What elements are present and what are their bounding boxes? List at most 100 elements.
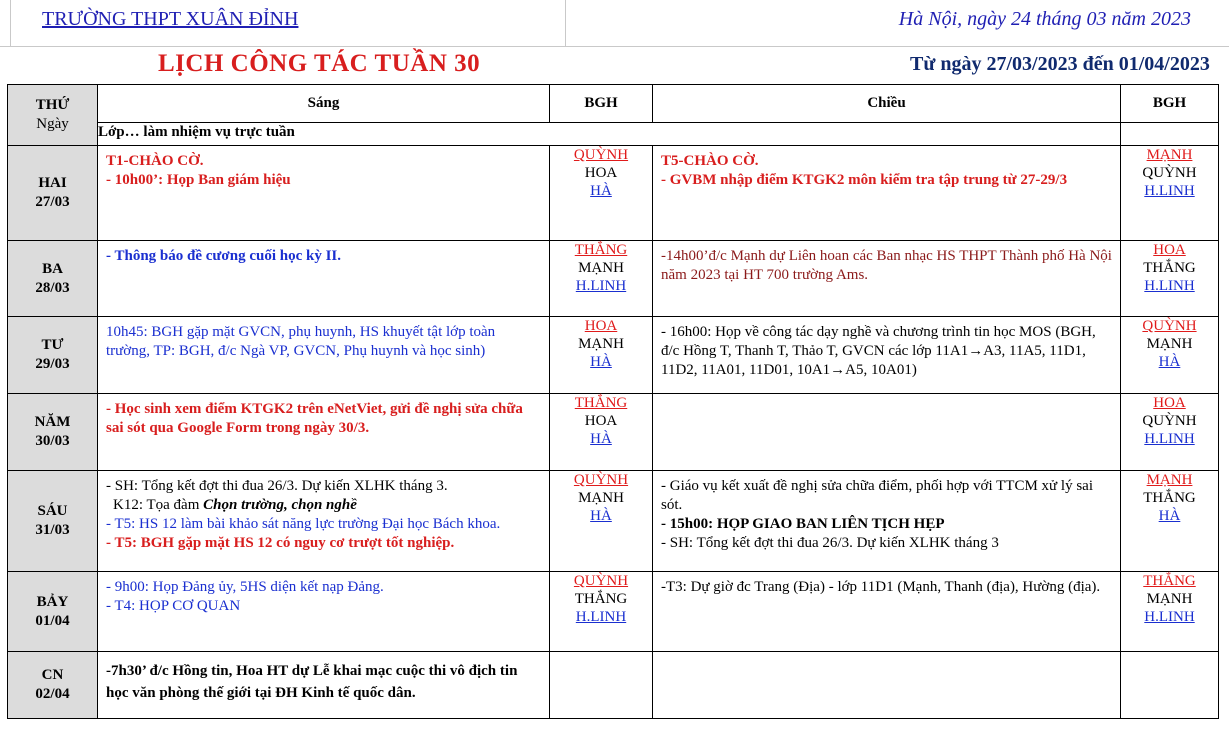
day-date: 02/04 [35,686,70,702]
bgh-member: QUỲNH [1142,165,1197,181]
day-cell: HAI 27/03 [7,145,98,241]
morning-line: T1-CHÀO CỜ. [106,153,204,169]
afternoon-line: - Giáo vụ kết xuất đề nghị sửa chữa điểm… [661,478,1093,513]
day-date: 28/03 [35,279,70,296]
bgh-member: MẠNH [1146,147,1193,163]
bgh-member: QUỲNH [573,472,629,488]
duty-row: Lớp… làm nhiệm vụ trực tuần [8,122,1219,146]
bgh-member: THẮNG [574,242,628,258]
header-thu: THỨ [35,97,70,113]
morning-line: - T5: HS 12 làm bài khảo sát năng lực tr… [106,516,501,532]
day-name: HAI [38,175,67,191]
bgh-morning-cell: QUỲNH HOA HÀ [549,145,653,241]
morning-text: K12: Tọa đàm [113,497,204,513]
bgh-member: HÀ [1158,354,1181,370]
afternoon-line: - 15h00: HỌP GIAO BAN LIÊN TỊCH HẸP [661,516,945,532]
bgh-afternoon-cell: QUỲNH MẠNH HÀ [1120,316,1219,394]
morning-cell: - SH: Tổng kết đợt thi đua 26/3. Dự kiến… [97,470,550,572]
bgh-afternoon-cell: HOA QUỲNH H.LINH [1120,393,1219,471]
bgh-morning-cell: HOA MẠNH HÀ [549,316,653,394]
day-name: BA [42,260,63,277]
day-name: SÁU [37,503,68,519]
morning-line: - 9h00: Họp Đảng ủy, 5HS diện kết nạp Đả… [106,579,384,595]
morning-line: -7h30’ đ/c Hồng tin, Hoa HT dự Lễ khai m… [106,663,518,701]
afternoon-cell: T5-CHÀO CỜ. - GVBM nhập điểm KTGK2 môn ki… [652,145,1121,241]
afternoon-line: -14h00’đ/c Mạnh dự Liên hoan các Ban nhạ… [661,248,1112,283]
bgh-member: HOA [584,165,618,181]
day-name: BẢY [36,593,69,610]
day-date: 01/04 [35,612,70,629]
table-row: SÁU 31/03 - SH: Tổng kết đợt thi đua 26/3.… [7,470,1219,572]
morning-line: - Thông báo đề cương cuối học kỳ II. [106,248,341,264]
table-row: HAI 27/03 T1-CHÀO CỜ. - 10h00’: Họp Ban giá… [7,145,1219,241]
day-cell: TƯ 29/03 [7,316,98,394]
afternoon-line: - GVBM nhập điểm KTGK2 môn kiểm tra tập … [661,172,1068,188]
bgh-member: THẮNG [1143,490,1196,506]
bgh-member: THẮNG [1143,573,1196,589]
morning-line: K12: Tọa đàm Chọn trường, chọn nghề [106,496,541,515]
title-row: LỊCH CÔNG TÁC TUẦN 30 Từ ngày 27/03/2023… [0,46,1229,84]
day-name: TƯ [41,337,64,353]
bgh-member: MẠNH [578,336,624,352]
morning-cell: - 9h00: Họp Đảng ủy, 5HS diện kết nạp Đả… [97,571,550,652]
day-cell: SÁU 31/03 [7,470,98,572]
day-cell: BA 28/03 [7,240,98,317]
afternoon-cell [652,651,1121,719]
bgh-member: THẮNG [574,591,628,607]
table-row: TƯ 29/03 10h45: BGH gặp mặt GVCN, phụ huyn… [7,316,1219,394]
header-day: THỨ Ngày [7,84,98,146]
bgh-morning-cell: QUỲNH THẮNG H.LINH [549,571,653,652]
bgh-member: MẠNH [578,490,624,506]
header-ngay: Ngày [36,116,69,132]
afternoon-cell: - 16h00: Họp về công tác dạy nghề và chư… [652,316,1121,394]
day-cell: NĂM 30/03 [7,393,98,471]
bgh-afternoon-cell: MẠNH THẮNG HÀ [1120,470,1219,572]
bgh-member: HÀ [590,431,612,447]
bgh-afternoon-cell: HOA THẮNG H.LINH [1120,240,1219,317]
bgh-member: HOA [1153,242,1186,258]
bgh-member: THẮNG [574,395,628,411]
bgh-member: HOA [584,318,618,334]
bgh-morning-cell: THẮNG HOA HÀ [549,393,653,471]
afternoon-line: - SH: Tổng kết đợt thi đua 26/3. Dự kiến… [661,535,999,551]
day-date: 29/03 [35,356,70,372]
bgh-member: MẠNH [1146,336,1193,352]
bgh-member: MẠNH [1146,591,1193,607]
bgh-afternoon-cell [1120,651,1219,719]
morning-cell: 10h45: BGH gặp mặt GVCN, phụ huynh, HS k… [97,316,550,394]
bgh-member: HÀ [590,508,612,524]
afternoon-line: T5-CHÀO CỜ. [661,153,759,169]
morning-line: - 10h00’: Họp Ban giám hiệu [106,172,291,188]
duty-empty [1120,122,1219,146]
schedule-table: THỨ Ngày Sáng BGH Chiều BGH Lớp… làm nhi… [7,84,1219,719]
bgh-member: QUỲNH [573,147,629,163]
morning-cell: - Học sinh xem điểm KTGK2 trên eNetViet,… [97,393,550,471]
afternoon-cell [652,393,1121,471]
bgh-member: H.LINH [1144,183,1195,199]
morning-line: - T5: BGH gặp mặt HS 12 có nguy cơ trượt… [106,535,455,551]
bgh-member: HOA [1153,395,1186,411]
bgh-member: QUỲNH [1142,318,1197,334]
table-row: BA 28/03 - Thông báo đề cương cuối học kỳ … [7,240,1219,317]
bgh-member: H.LINH [1144,278,1195,294]
afternoon-line: - 16h00: Họp về công tác dạy nghề và chư… [661,324,1096,378]
header-bgh-afternoon: BGH [1120,84,1219,123]
table-row: BẢY 01/04 - 9h00: Họp Đảng ủy, 5HS diện kế… [7,571,1219,652]
bgh-afternoon-cell: THẮNG MẠNH H.LINH [1120,571,1219,652]
bgh-member: H.LINH [575,278,627,294]
bgh-member: HÀ [590,354,612,370]
bgh-member: H.LINH [1144,431,1195,447]
table-row: CN 02/04 -7h30’ đ/c Hồng tin, Hoa HT dự Lễ… [7,651,1219,719]
day-name: NĂM [34,414,71,430]
header-afternoon: Chiều [652,84,1121,123]
bgh-member: H.LINH [1144,609,1195,625]
morning-text-emphasis: Chọn trường, chọn nghề [203,497,357,513]
morning-line: 10h45: BGH gặp mặt GVCN, phụ huynh, HS k… [106,324,496,359]
bgh-member: MẠNH [578,260,624,276]
school-name: TRƯỜNG THPT XUÂN ĐỈNH [42,8,299,30]
morning-cell: -7h30’ đ/c Hồng tin, Hoa HT dự Lễ khai m… [97,651,550,719]
divider-line [565,0,566,46]
bgh-member: THẮNG [1143,260,1196,276]
header-morning: Sáng [97,84,550,123]
bgh-member: H.LINH [575,609,627,625]
